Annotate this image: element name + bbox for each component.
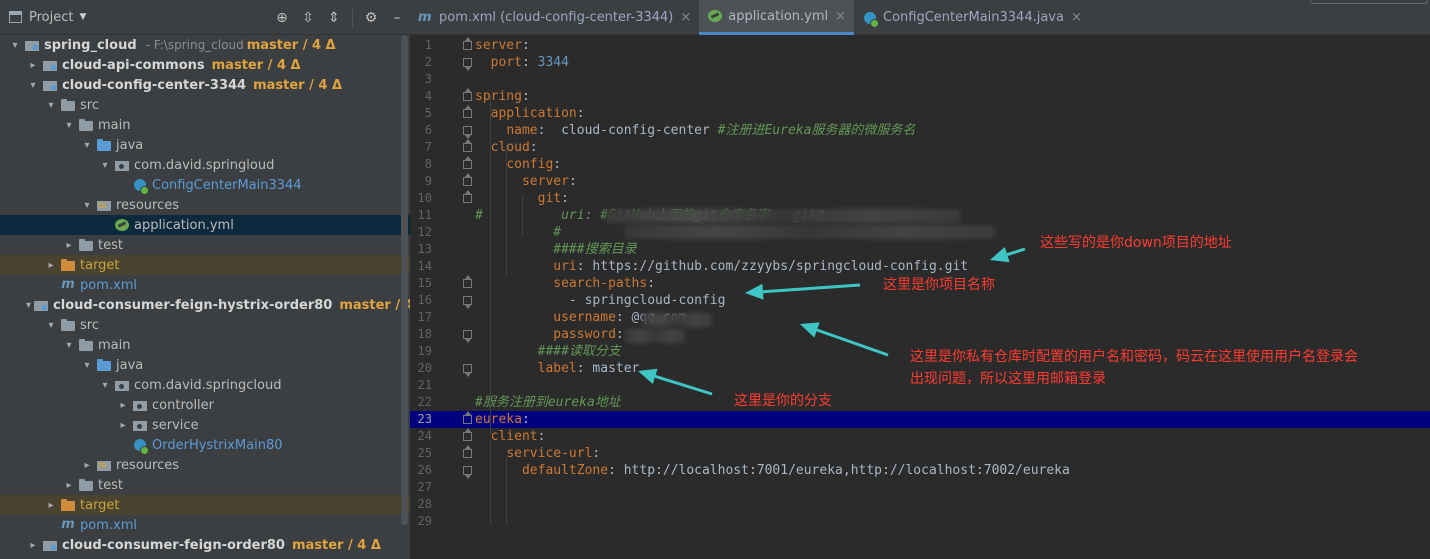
annotation-credentials-line1: 这里是你私有仓库时配置的用户名和密码，码云在这里使用用户名登录会 — [910, 349, 1358, 365]
annotation-down-address: 这些写的是你down项目的地址 — [1040, 235, 1232, 251]
annotation-arrow-shaft — [654, 374, 713, 396]
annotation-branch: 这里是你的分支 — [734, 393, 832, 409]
annotation-arrow-head — [800, 322, 820, 338]
annotation-project-name: 这里是你项目名称 — [883, 277, 995, 293]
annotation-arrow-head — [638, 368, 658, 384]
annotation-arrows — [638, 246, 1026, 396]
annotation-credentials-line2: 出现问题，所以这里用邮箱登录 — [910, 371, 1106, 387]
annotation-arrow-shaft — [816, 328, 889, 357]
annotation-arrow-shaft — [1006, 247, 1026, 257]
annotation-arrow-head — [990, 246, 1010, 263]
annotation-arrow-head — [745, 283, 764, 300]
annotation-arrow-shaft — [762, 283, 861, 294]
